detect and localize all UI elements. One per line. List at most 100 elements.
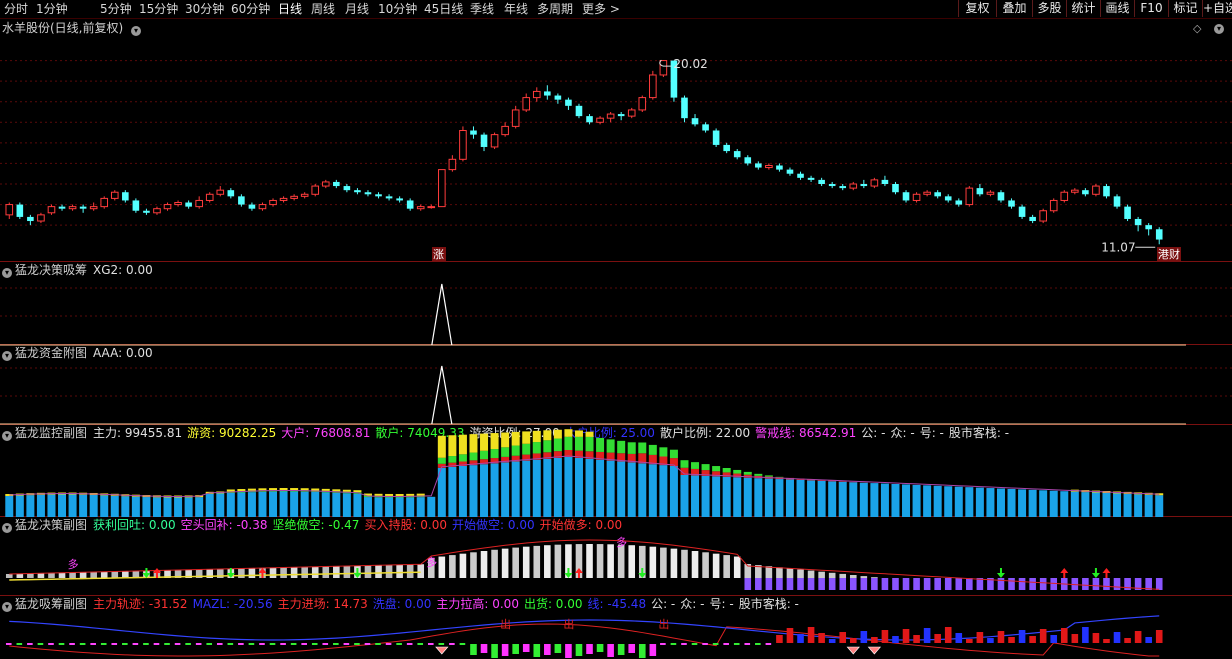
decision-bar-purple — [1029, 578, 1036, 590]
monitor-bar-yellow — [311, 488, 320, 491]
monitor-bar — [691, 475, 700, 517]
monitor-bar — [163, 497, 172, 517]
decision-bar — [311, 566, 319, 578]
absorb-bar — [818, 633, 825, 643]
decision-bar — [512, 547, 519, 578]
monitor-bar — [1060, 491, 1069, 517]
decision-bar — [681, 549, 688, 578]
candle-body — [1124, 206, 1131, 219]
monitor-bar — [553, 457, 562, 517]
monitor-bar — [36, 494, 45, 517]
monitor-bar — [1091, 492, 1100, 517]
monitor-bar-yellow — [585, 431, 594, 437]
decision-bar-purple — [934, 578, 941, 590]
absorb-dot — [375, 643, 381, 645]
candle-body — [343, 186, 351, 191]
absorb-dot — [691, 643, 698, 645]
monitor-bar — [469, 465, 478, 517]
candle-body — [79, 206, 87, 209]
chu-mark: 出 — [500, 617, 511, 631]
decision-bar — [100, 571, 108, 578]
monitor-bar — [754, 478, 763, 517]
decision-bar — [670, 548, 678, 578]
candle-body — [617, 114, 625, 117]
decision-bar — [533, 545, 541, 578]
candle-body — [1155, 229, 1163, 240]
candle-body — [1092, 185, 1100, 195]
decision-bar-purple — [828, 578, 836, 590]
absorb-bar — [934, 634, 941, 643]
monitor-bar-green — [553, 438, 562, 452]
monitor-bar — [933, 485, 942, 517]
monitor-bar-green — [585, 436, 594, 452]
candle-body — [902, 192, 910, 201]
decision-bar — [90, 572, 97, 578]
monitor-bar — [785, 479, 794, 517]
decision-bar — [79, 572, 87, 578]
absorb-dot — [712, 643, 719, 645]
decision-bar — [797, 569, 804, 578]
absorb-bar — [786, 628, 794, 643]
monitor-bar-yellow — [480, 433, 489, 451]
chu-mark: 出 — [563, 617, 574, 631]
monitor-bar — [395, 497, 404, 517]
decision-bar — [290, 567, 298, 578]
absorb-bar — [997, 631, 1005, 643]
monitor-bar — [532, 459, 541, 517]
candle-body — [839, 186, 847, 189]
monitor-bar — [775, 479, 784, 517]
monitor-bar-yellow — [406, 493, 415, 496]
monitor-bar — [353, 493, 362, 517]
candle-body — [596, 117, 604, 123]
monitor-bar-yellow — [553, 429, 562, 439]
monitor-bar — [58, 494, 67, 517]
monitor-bar-green — [754, 473, 763, 476]
monitor-bar — [480, 464, 489, 517]
low-price-label: 11.07 — [1101, 240, 1135, 254]
monitor-bar-yellow — [342, 489, 351, 492]
monitor-bar — [15, 495, 24, 517]
monitor-bar — [342, 493, 351, 517]
absorb-bar — [607, 644, 614, 657]
monitor-bar — [152, 497, 161, 517]
monitor-bar — [965, 487, 974, 517]
absorb-dot — [290, 643, 297, 645]
duo-mark: 多 — [68, 557, 79, 571]
absorb-bar — [470, 644, 477, 655]
monitor-bar — [975, 487, 984, 517]
monitor-bar-green — [712, 466, 721, 472]
candle-body — [765, 164, 773, 169]
absorb-dot — [427, 643, 434, 645]
candle-body — [870, 179, 879, 187]
decision-bar — [860, 576, 868, 578]
absorb-bar — [839, 632, 847, 643]
absorb-bar — [849, 638, 857, 643]
decision-bar-purple — [849, 578, 857, 590]
decision-bar — [122, 571, 129, 578]
monitor-bar — [954, 486, 963, 517]
absorb-bar — [828, 639, 836, 643]
monitor-bar — [574, 457, 583, 517]
absorb-dot — [364, 643, 371, 645]
monitor-bar-yellow — [321, 488, 330, 491]
monitor-bar — [522, 460, 531, 517]
chart-canvas[interactable]: 20.0211.07涨 港财多 多多出出出 — [0, 0, 1232, 659]
monitor-bar-green — [564, 436, 573, 450]
monitor-bar-yellow — [395, 493, 404, 496]
decision-bar — [69, 572, 76, 578]
decision-bar — [375, 565, 382, 578]
monitor-bar — [1070, 491, 1079, 517]
candle-body — [860, 184, 868, 187]
monitor-bar-green — [469, 452, 478, 461]
decision-bar — [58, 572, 66, 578]
candle-body — [385, 196, 393, 199]
candle-body — [1029, 216, 1036, 222]
candle-body — [163, 204, 172, 210]
absorb-dot — [122, 643, 128, 645]
candle-body — [490, 134, 499, 148]
monitor-bar — [131, 496, 140, 517]
monitor-bar-yellow — [258, 488, 267, 491]
absorb-dot — [354, 643, 360, 645]
candle-body — [755, 163, 762, 168]
monitor-bar-green — [659, 447, 668, 457]
